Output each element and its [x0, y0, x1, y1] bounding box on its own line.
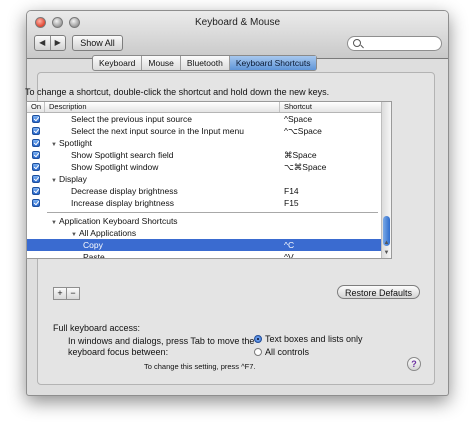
search-field[interactable]: [347, 36, 442, 51]
forward-arrow-icon[interactable]: ▶: [49, 36, 66, 50]
show-all-button[interactable]: Show All: [72, 35, 123, 51]
disclosure-triangle-icon[interactable]: ▼: [51, 220, 57, 226]
checkbox-checked-icon[interactable]: [32, 163, 40, 171]
table-group-row[interactable]: ▼ Application Keyboard Shortcuts: [27, 215, 382, 227]
disclosure-triangle-icon[interactable]: ▼: [71, 232, 77, 238]
row-description-text: Show Spotlight search field: [71, 150, 174, 160]
scroll-arrows-icon[interactable]: ▲ ▼: [382, 238, 391, 258]
row-description-text: Increase display brightness: [71, 198, 175, 208]
full-keyboard-access-description: In windows and dialogs, press Tab to mov…: [68, 336, 255, 357]
disclosure-triangle-icon[interactable]: ▼: [51, 178, 57, 184]
tab-bar: Keyboard Mouse Bluetooth Keyboard Shortc…: [92, 55, 318, 71]
row-shortcut[interactable]: ⌘Space: [284, 149, 317, 161]
instruction-text: To change a shortcut, double-click the s…: [25, 87, 330, 97]
row-shortcut[interactable]: F14: [284, 185, 299, 197]
row-shortcut[interactable]: ^Space: [284, 113, 312, 125]
table-row[interactable]: Copy ^C: [27, 239, 382, 251]
column-header-on[interactable]: On: [27, 102, 45, 112]
checkbox-checked-icon[interactable]: [32, 139, 40, 147]
table-row[interactable]: Select the previous input source ^Space: [27, 113, 382, 125]
row-description: Show Spotlight search field: [71, 149, 174, 161]
row-description-text: Spotlight: [58, 138, 93, 148]
row-shortcut[interactable]: ^⌥Space: [284, 125, 322, 137]
table-rows: Select the previous input source ^Space Se…: [27, 113, 382, 259]
remove-shortcut-button[interactable]: −: [66, 288, 79, 299]
keyboard-access-note: To change this setting, press ^F7.: [144, 362, 256, 371]
row-description: Paste: [83, 251, 105, 259]
row-description: Select the previous input source: [71, 113, 192, 125]
full-keyboard-access-title: Full keyboard access:: [53, 323, 141, 333]
shortcuts-table: On Description Shortcut Select the previ…: [26, 101, 392, 259]
checkbox-checked-icon[interactable]: [32, 127, 40, 135]
search-input[interactable]: [364, 38, 436, 49]
row-description-text: Decrease display brightness: [71, 186, 178, 196]
row-description-text: Paste: [83, 252, 105, 259]
row-shortcut[interactable]: ^C: [284, 239, 294, 251]
column-header-shortcut[interactable]: Shortcut: [280, 102, 382, 112]
row-description: Increase display brightness: [71, 197, 174, 209]
back-arrow-icon[interactable]: ◀: [35, 36, 50, 50]
vertical-scrollbar[interactable]: ▲ ▼: [381, 102, 391, 258]
add-remove-buttons: + −: [53, 287, 80, 300]
checkbox-checked-icon[interactable]: [32, 199, 40, 207]
row-description: Select the next input source in the Inpu…: [71, 125, 244, 137]
window-title: Keyboard & Mouse: [194, 17, 281, 28]
tab-mouse[interactable]: Mouse: [141, 56, 180, 70]
row-description-text: Copy: [83, 240, 103, 250]
tab-keyboard-shortcuts[interactable]: Keyboard Shortcuts: [228, 56, 317, 70]
row-description: Show Spotlight window: [71, 161, 158, 173]
restore-defaults-button[interactable]: Restore Defaults: [337, 285, 420, 299]
row-description-text: Display: [58, 174, 87, 184]
disclosure-triangle-icon[interactable]: ▼: [51, 142, 57, 148]
checkbox-checked-icon[interactable]: [32, 175, 40, 183]
titlebar: Keyboard & Mouse ◀ ▶ Show All: [27, 11, 448, 59]
table-row[interactable]: Increase display brightness F15: [27, 197, 382, 209]
table-row[interactable]: Select the next input source in the Inpu…: [27, 125, 382, 137]
radio-label: Text boxes and lists only: [265, 334, 363, 344]
radio-label: All controls: [265, 347, 310, 357]
search-icon: [353, 39, 361, 47]
row-description-text: Application Keyboard Shortcuts: [58, 216, 178, 226]
checkbox-checked-icon[interactable]: [32, 187, 40, 195]
table-row[interactable]: Show Spotlight window ⌥⌘Space: [27, 161, 382, 173]
table-group-row[interactable]: ▼ Spotlight: [27, 137, 382, 149]
row-shortcut[interactable]: ^V: [284, 251, 294, 258]
row-description-text: Select the next input source in the Inpu…: [71, 126, 244, 136]
row-shortcut[interactable]: F15: [284, 197, 299, 209]
nav-buttons: ◀ ▶: [34, 35, 66, 51]
table-row[interactable]: Decrease display brightness F14: [27, 185, 382, 197]
radio-selected-icon[interactable]: [254, 335, 262, 343]
checkbox-checked-icon[interactable]: [32, 151, 40, 159]
column-header-description[interactable]: Description: [45, 102, 280, 112]
row-description-text: All Applications: [78, 228, 137, 238]
row-description: Copy: [83, 239, 103, 251]
help-button[interactable]: ?: [407, 357, 421, 371]
table-row[interactable]: Paste ^V: [27, 251, 382, 259]
table-group-row[interactable]: ▼ All Applications: [27, 227, 382, 239]
table-group-row[interactable]: ▼ Display: [27, 173, 382, 185]
tab-keyboard[interactable]: Keyboard: [93, 56, 141, 70]
add-shortcut-button[interactable]: +: [54, 288, 66, 299]
row-description: Decrease display brightness: [71, 185, 178, 197]
row-description-text: Select the previous input source: [71, 114, 192, 124]
radio-unselected-icon[interactable]: [254, 348, 262, 356]
table-header: On Description Shortcut: [27, 102, 382, 113]
row-description-text: Show Spotlight window: [71, 162, 159, 172]
row-shortcut[interactable]: ⌥⌘Space: [284, 161, 326, 173]
tab-bluetooth[interactable]: Bluetooth: [179, 56, 229, 70]
table-row[interactable]: Show Spotlight search field ⌘Space: [27, 149, 382, 161]
radio-text-boxes[interactable]: Text boxes and lists only: [254, 334, 363, 344]
radio-all-controls[interactable]: All controls: [254, 347, 309, 357]
checkbox-checked-icon[interactable]: [32, 115, 40, 123]
